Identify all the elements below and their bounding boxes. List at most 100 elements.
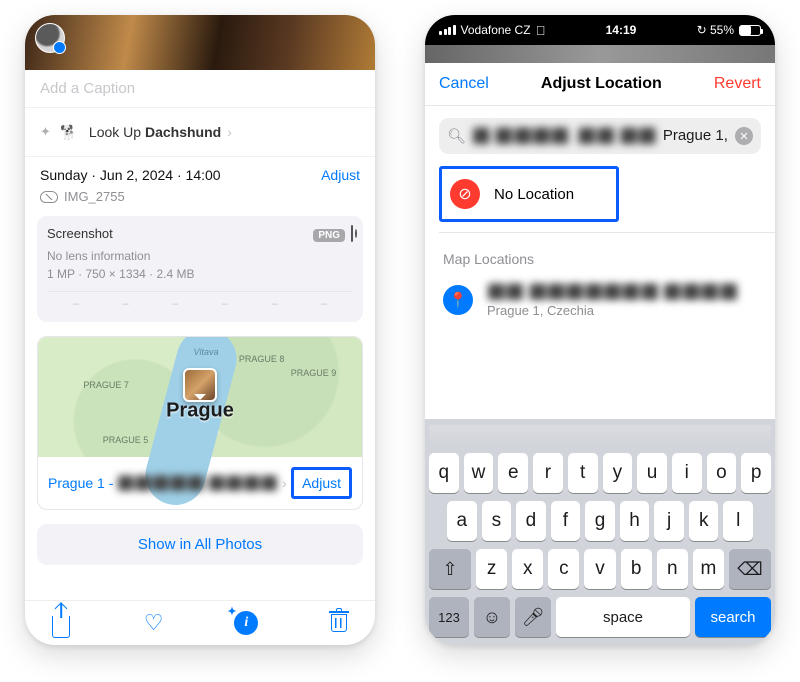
revert-button[interactable]: Revert — [714, 75, 761, 93]
caption-field[interactable]: Add a Caption — [25, 70, 375, 108]
key-shift[interactable]: ⇧ — [429, 549, 471, 589]
key-w[interactable]: w — [464, 453, 494, 493]
location-address-link[interactable]: Prague 1 - ⬛⬛⬛⬛⬛ ⬛⬛⬛⬛› — [48, 475, 287, 492]
person-avatar-badge[interactable] — [35, 23, 65, 53]
info-icon: i — [234, 611, 258, 635]
key-y[interactable]: y — [603, 453, 633, 493]
metadata-section: Sunday · Jun 2, 2024 · 14:00 Adjust IMG_… — [25, 157, 375, 208]
key-x[interactable]: x — [512, 549, 543, 589]
format-badge: PNG — [313, 229, 345, 242]
key-u[interactable]: u — [637, 453, 667, 493]
sparkle-icon: ✦ — [40, 124, 51, 140]
battery-icon — [739, 25, 761, 36]
emoji-icon: ☺ — [483, 607, 501, 628]
search-value: Prague 1, Czechia — [663, 127, 729, 145]
keyboard-row-1: q w e r t y u i o p — [429, 453, 771, 493]
map-district-label: PRAGUE 5 — [103, 435, 149, 445]
favorite-button[interactable]: ♡ — [142, 611, 166, 635]
heart-icon: ♡ — [144, 610, 164, 636]
no-location-option[interactable]: ⊘ No Location — [439, 166, 619, 222]
key-123[interactable]: 123 — [429, 597, 469, 637]
result-subtitle: Prague 1, Czechia — [487, 303, 738, 318]
key-q[interactable]: q — [429, 453, 459, 493]
key-dictation[interactable]: 🎤︎ — [515, 597, 551, 637]
map-preview[interactable]: PRAGUE 7 PRAGUE 8 PRAGUE 9 PRAGUE 5 Vlta… — [38, 337, 362, 457]
photo-date: Sunday · Jun 2, 2024 · 14:00 — [40, 167, 221, 183]
key-k[interactable]: k — [689, 501, 719, 541]
adjust-location-screen: Vodafone CZ 󾓦 14:19 ↻ 55% Cancel Adjust … — [425, 15, 775, 645]
file-specs-label: 1 MP · 750 × 1334 · 2.4 MB — [47, 267, 353, 281]
show-in-all-photos-button[interactable]: Show in All Photos — [37, 524, 363, 565]
status-bar: Vodafone CZ 󾓦 14:19 ↻ 55% — [425, 15, 775, 45]
map-photo-pin — [183, 368, 217, 402]
nav-title: Adjust Location — [541, 75, 662, 93]
bottom-toolbar: ♡ i — [25, 600, 375, 645]
map-pin-icon: 📍 — [443, 285, 473, 315]
key-j[interactable]: j — [654, 501, 684, 541]
key-i[interactable]: i — [672, 453, 702, 493]
search-prefix-blurred: ⬛ ⬛⬛⬛⬛, ⬛⬛ ⬛⬛ — [472, 127, 657, 145]
key-g[interactable]: g — [585, 501, 615, 541]
clear-search-button[interactable]: ✕ — [735, 127, 753, 145]
signal-icon — [439, 25, 456, 35]
filename-label: IMG_2755 — [64, 189, 125, 204]
wifi-icon: 󾓦 — [536, 23, 546, 38]
key-z[interactable]: z — [476, 549, 507, 589]
lens-info-label: No lens information — [47, 249, 353, 263]
key-r[interactable]: r — [533, 453, 563, 493]
no-location-label: No Location — [494, 186, 574, 203]
key-a[interactable]: a — [447, 501, 477, 541]
file-info-card: Screenshot PNG No lens information 1 MP … — [37, 216, 363, 322]
shift-icon: ⇧ — [442, 559, 457, 580]
photo-info-screen: Add a Caption ✦ 🐕 Look Up Dachshund › Su… — [25, 15, 375, 645]
location-result-item[interactable]: 📍 ⬛⬛ ⬛⬛⬛⬛⬛⬛⬛ ⬛⬛⬛⬛ Prague 1, Czechia — [425, 275, 775, 330]
key-t[interactable]: t — [568, 453, 598, 493]
share-button[interactable] — [49, 611, 73, 635]
map-district-label: PRAGUE 9 — [291, 368, 337, 378]
exif-placeholder-row: –––––– — [47, 291, 353, 316]
location-search-field[interactable]: 🔍︎ ⬛ ⬛⬛⬛⬛, ⬛⬛ ⬛⬛ Prague 1, Czechia ✕ — [439, 118, 761, 154]
map-locations-header: Map Locations — [425, 233, 775, 275]
dog-icon: 🐕 — [57, 120, 81, 144]
key-d[interactable]: d — [516, 501, 546, 541]
nav-bar: Cancel Adjust Location Revert — [425, 63, 775, 106]
key-h[interactable]: h — [620, 501, 650, 541]
key-c[interactable]: c — [548, 549, 579, 589]
key-search[interactable]: search — [695, 597, 771, 637]
background-blur — [425, 45, 775, 63]
keyboard-suggestion-bar — [429, 425, 771, 445]
key-s[interactable]: s — [482, 501, 512, 541]
lookup-label: Look Up Dachshund — [89, 124, 221, 140]
key-e[interactable]: e — [498, 453, 528, 493]
battery-percent-label: ↻ 55% — [697, 23, 734, 37]
adjust-date-button[interactable]: Adjust — [321, 167, 360, 183]
ios-keyboard: q w e r t y u i o p a s d f g h j k l — [425, 419, 775, 645]
no-location-icon: ⊘ — [450, 179, 480, 209]
key-m[interactable]: m — [693, 549, 724, 589]
info-button[interactable]: i — [234, 611, 258, 635]
keyboard-row-4: 123 ☺ 🎤︎ space search — [429, 597, 771, 637]
key-space[interactable]: space — [556, 597, 690, 637]
key-p[interactable]: p — [741, 453, 771, 493]
chevron-right-icon: › — [227, 124, 232, 140]
key-f[interactable]: f — [551, 501, 581, 541]
key-l[interactable]: l — [723, 501, 753, 541]
fullscreen-icon[interactable] — [351, 225, 353, 242]
file-type-label: Screenshot — [47, 226, 113, 241]
key-v[interactable]: v — [584, 549, 615, 589]
trash-icon — [331, 614, 347, 632]
share-icon — [52, 616, 70, 638]
key-o[interactable]: o — [707, 453, 737, 493]
map-city-label: Prague — [166, 400, 234, 423]
key-emoji[interactable]: ☺ — [474, 597, 510, 637]
keyboard-row-3: ⇧ z x c v b n m ⌫ — [429, 549, 771, 589]
delete-button[interactable] — [327, 611, 351, 635]
adjust-location-button[interactable]: Adjust — [291, 467, 352, 499]
cancel-button[interactable]: Cancel — [439, 75, 489, 93]
key-b[interactable]: b — [621, 549, 652, 589]
visual-lookup-row[interactable]: ✦ 🐕 Look Up Dachshund › — [25, 108, 375, 157]
key-backspace[interactable]: ⌫ — [729, 549, 771, 589]
map-district-label: PRAGUE 8 — [239, 354, 285, 364]
mic-icon: 🎤︎ — [522, 607, 545, 628]
key-n[interactable]: n — [657, 549, 688, 589]
